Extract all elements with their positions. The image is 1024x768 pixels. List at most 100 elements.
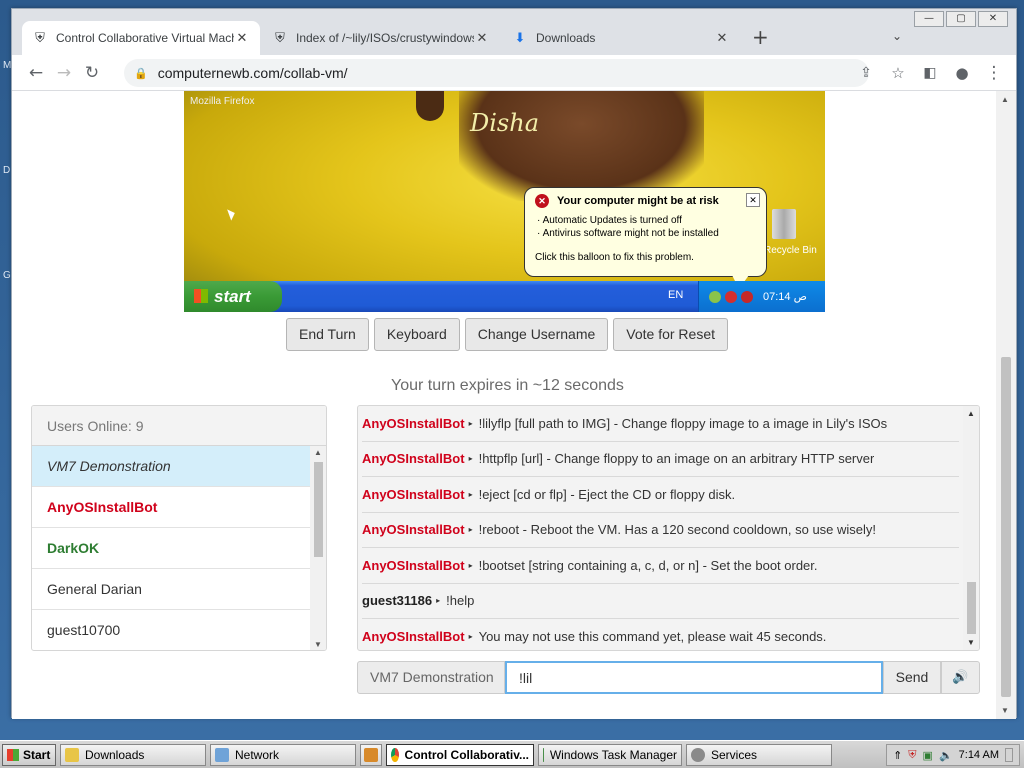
taskbar-item-services[interactable]: Services bbox=[686, 743, 832, 766]
tab-title: Index of /~lily/ISOs/crustywindows/ bbox=[296, 31, 474, 45]
tray-clock[interactable]: 7:14 AM bbox=[959, 749, 999, 761]
network-tray-icon[interactable] bbox=[709, 290, 721, 303]
sound-toggle-icon[interactable]: 🔊 bbox=[941, 661, 980, 694]
scroll-up-icon[interactable]: ▲ bbox=[314, 448, 322, 457]
scroll-up-icon[interactable]: ▲ bbox=[967, 409, 975, 418]
profile-avatar-icon[interactable]: ● bbox=[948, 59, 976, 87]
close-tab-icon[interactable]: ✕ bbox=[714, 30, 730, 46]
taskbar-item-network[interactable]: Network bbox=[210, 743, 356, 766]
chat-message-user[interactable]: AnyOSInstallBot bbox=[362, 629, 465, 644]
tab-collabvm[interactable]: ⛨ Control Collaborative Virtual Machin ✕ bbox=[22, 21, 260, 55]
minimize-button[interactable]: — bbox=[914, 11, 944, 27]
keyboard-button[interactable]: Keyboard bbox=[373, 318, 460, 351]
chat-message-user[interactable]: AnyOSInstallBot bbox=[362, 416, 465, 431]
download-icon: ⬇ bbox=[514, 30, 526, 45]
browser-window: — ▢ ✕ ⛨ Control Collaborative Virtual Ma… bbox=[11, 8, 1017, 719]
taskbar-item-chrome[interactable]: Control Collaborativ... bbox=[386, 743, 534, 766]
address-bar[interactable]: 🔒 computernewb.com/collab-vm/ bbox=[124, 59, 869, 87]
balloon-close-icon[interactable]: ✕ bbox=[746, 193, 760, 207]
tab-title: Downloads bbox=[536, 31, 596, 45]
scroll-down-icon[interactable]: ▼ bbox=[1001, 706, 1009, 715]
user-item[interactable]: VM7 Demonstration bbox=[32, 446, 312, 487]
user-item[interactable]: guest10700 bbox=[32, 610, 312, 650]
taskbar-item-downloads[interactable]: Downloads bbox=[60, 743, 206, 766]
vote-reset-button[interactable]: Vote for Reset bbox=[613, 318, 728, 351]
send-button[interactable]: Send bbox=[883, 661, 941, 694]
chat-message-user[interactable]: AnyOSInstallBot bbox=[362, 451, 465, 466]
chat-message-user[interactable]: AnyOSInstallBot bbox=[362, 487, 465, 502]
wallpaper-horse bbox=[459, 91, 704, 201]
chat-username-label: VM7 Demonstration bbox=[357, 661, 505, 694]
chat-message: AnyOSInstallBot ▸ !eject [cd or flp] - Eje… bbox=[362, 477, 959, 513]
page-scrollbar[interactable]: ▲ ▼ bbox=[996, 91, 1016, 719]
close-tab-icon[interactable]: ✕ bbox=[474, 30, 490, 46]
page-scroll-thumb[interactable] bbox=[1001, 357, 1011, 697]
page-viewport: Mozilla Firefox Disha Recycle Bin ✕ Your… bbox=[12, 91, 998, 719]
language-indicator[interactable]: EN bbox=[668, 289, 683, 301]
taskbar-item-media[interactable] bbox=[360, 743, 382, 766]
back-icon[interactable]: ← bbox=[22, 59, 50, 87]
network-tray-icon[interactable]: ▣ bbox=[923, 749, 933, 762]
security-balloon[interactable]: ✕ Your computer might be at risk ✕ · Aut… bbox=[524, 187, 767, 277]
chat-message-user[interactable]: guest31186 bbox=[362, 593, 432, 608]
chat-message-text: !bootset [string containing a, c, d, or … bbox=[478, 557, 818, 573]
vm-taskbar: start EN 07:14 ص bbox=[184, 281, 825, 312]
tab-index-isos[interactable]: ⛨ Index of /~lily/ISOs/crustywindows/ ✕ bbox=[262, 21, 500, 55]
user-item[interactable]: AnyOSInstallBot bbox=[32, 487, 312, 528]
security-shield-icon: ✕ bbox=[535, 194, 549, 208]
security-alert-tray-icon[interactable] bbox=[725, 290, 737, 303]
user-item[interactable]: DarkOK bbox=[32, 528, 312, 569]
security-alert-icon[interactable]: ⛨ bbox=[908, 749, 916, 762]
menu-kebab-icon[interactable]: ⋮ bbox=[980, 59, 1008, 87]
scroll-down-icon[interactable]: ▼ bbox=[314, 640, 322, 649]
chat-message-user[interactable]: AnyOSInstallBot bbox=[362, 558, 465, 573]
chat-message-text: You may not use this command yet, please… bbox=[478, 628, 827, 644]
close-window-button[interactable]: ✕ bbox=[978, 11, 1008, 27]
user-item[interactable]: General Darian bbox=[32, 569, 312, 610]
chat-message: AnyOSInstallBot ▸ !httpflp [url] - Change … bbox=[362, 442, 959, 477]
change-username-button[interactable]: Change Username bbox=[464, 318, 609, 351]
chat-scroll-thumb[interactable] bbox=[967, 582, 976, 634]
users-scroll-thumb[interactable] bbox=[314, 462, 323, 557]
scroll-down-icon[interactable]: ▼ bbox=[967, 638, 975, 647]
balloon-title: ✕ Your computer might be at risk bbox=[535, 194, 756, 208]
chat-arrow-icon: ▸ bbox=[468, 454, 473, 464]
users-panel: Users Online: 9 VM7 Demonstration AnyOSI… bbox=[31, 405, 327, 651]
forward-icon[interactable]: → bbox=[50, 59, 78, 87]
wallpaper-title: Disha bbox=[470, 109, 539, 137]
end-turn-button[interactable]: End Turn bbox=[286, 318, 369, 351]
windows-logo-icon bbox=[7, 748, 19, 761]
maximize-button[interactable]: ▢ bbox=[946, 11, 976, 27]
chat-scrollbar[interactable]: ▲ ▼ bbox=[963, 406, 979, 650]
reload-icon[interactable]: ↻ bbox=[78, 59, 106, 87]
chat-arrow-icon: ▸ bbox=[468, 560, 473, 570]
volume-icon[interactable]: 🔈 bbox=[939, 749, 953, 762]
vm-start-button[interactable]: start bbox=[184, 281, 282, 312]
vm-controls: End Turn Keyboard Change Username Vote f… bbox=[286, 318, 728, 351]
tray-expand-icon[interactable]: ⇑ bbox=[893, 749, 902, 762]
users-scrollbar[interactable]: ▲ ▼ bbox=[310, 446, 326, 650]
scroll-up-icon[interactable]: ▲ bbox=[1001, 95, 1009, 104]
close-tab-icon[interactable]: ✕ bbox=[234, 30, 250, 46]
tab-downloads[interactable]: ⬇ Downloads ✕ bbox=[502, 21, 740, 55]
chat-message-input[interactable] bbox=[505, 661, 883, 694]
chat-message: AnyOSInstallBot ▸ !bootset [string contain… bbox=[362, 548, 959, 584]
show-desktop-button[interactable] bbox=[1005, 748, 1013, 762]
gear-icon bbox=[691, 747, 705, 762]
shield-tray-icon[interactable] bbox=[741, 290, 753, 303]
browser-toolbar: ← → ↻ 🔒 computernewb.com/collab-vm/ ⇪ ☆ … bbox=[12, 55, 1016, 91]
bookmark-star-icon[interactable]: ☆ bbox=[884, 59, 912, 87]
vm-window-title: Mozilla Firefox bbox=[190, 96, 255, 107]
chat-message-user[interactable]: AnyOSInstallBot bbox=[362, 522, 465, 537]
url-text: computernewb.com/collab-vm/ bbox=[157, 65, 348, 81]
side-panel-icon[interactable]: ◧ bbox=[916, 59, 944, 87]
media-player-icon bbox=[364, 747, 378, 762]
taskbar-item-task-manager[interactable]: Windows Task Manager bbox=[538, 743, 682, 766]
vm-display[interactable]: Mozilla Firefox Disha Recycle Bin ✕ Your… bbox=[184, 91, 825, 312]
lock-icon[interactable]: 🔒 bbox=[134, 67, 148, 80]
new-tab-button[interactable]: + bbox=[752, 25, 769, 49]
share-icon[interactable]: ⇪ bbox=[852, 59, 880, 87]
os-start-button[interactable]: Start bbox=[2, 743, 56, 766]
recycle-bin[interactable]: Recycle Bin bbox=[764, 209, 817, 256]
tab-search-chevron-icon[interactable]: ⌄ bbox=[892, 29, 902, 43]
